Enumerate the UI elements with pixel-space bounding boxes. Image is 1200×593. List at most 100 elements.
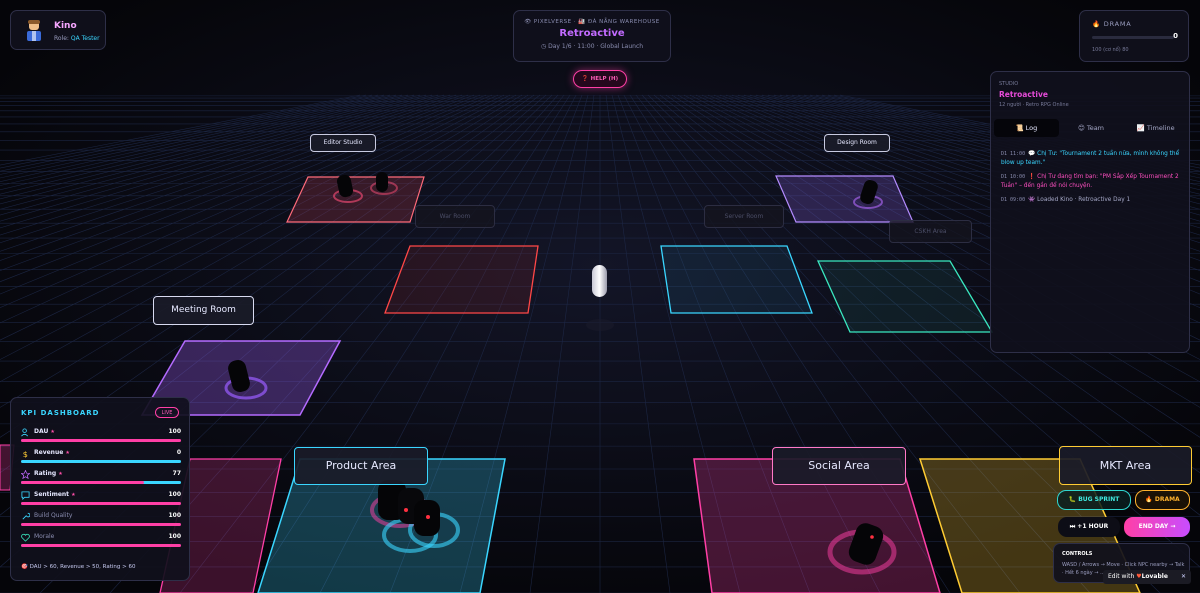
studio-subtitle: 12 người · Retro RPG Online [999,102,1069,108]
day-clock-text: Day 1/6 · 11:00 · Global Launch [548,43,644,50]
kpi-row-dau: DAU ★ 100 [21,428,181,448]
day-clock: ◷ Day 1/6 · 11:00 · Global Launch [514,43,670,50]
log-text: 💬 Chị Tư: "Tournament 2 tuần nữa, mình k… [1001,151,1180,166]
kpi-track [21,523,181,526]
kpi-row-rating: Rating ★ 77 [21,470,181,490]
kpi-row-revenue: $ Revenue ★ 0 [21,449,181,469]
drama-meter: 🔥 DRAMA 0 100 (cơ nổ) 80 [1079,10,1189,62]
kpi-name-text: Sentiment [34,491,70,498]
kpi-star: ★ [65,450,70,456]
studio-panel: STUDIO Retroactive 12 người · Retro RPG … [990,71,1190,353]
users-icon [21,428,29,437]
room-label-war-room[interactable]: War Room [415,205,495,228]
kpi-name: Build Quality [34,512,72,519]
log-entry: D1 09:00 👾 Loaded Kino · Retroactive Day … [1001,196,1183,205]
room-label-mkt-area[interactable]: MKT Area [1059,446,1192,485]
avatar-icon [27,20,41,41]
close-icon[interactable]: ✕ [1181,570,1186,584]
studio-name: Retroactive [999,90,1048,99]
kpi-value: 100 [168,428,181,435]
room-label-social-area[interactable]: Social Area [772,447,906,485]
log-time: D1 09:00 [1001,197,1026,203]
tab-timeline[interactable]: 📈 Timeline [1123,119,1188,137]
tab-team[interactable]: 😊 Team [1059,119,1124,137]
kpi-fill [21,502,181,505]
controls-title: CONTROLS [1062,551,1093,557]
room-label-design-room[interactable]: Design Room [824,134,890,152]
war-room-floor[interactable] [384,245,539,314]
log-entry: D1 11:00 💬 Chị Tư: "Tournament 2 tuần nữa… [1001,150,1183,167]
room-label-product-area[interactable]: Product Area [294,447,428,485]
star-icon [21,470,30,479]
kpi-track [21,481,181,484]
user-role-prefix: Role: [54,35,69,42]
user-card[interactable]: Kino Role: QA Tester [10,10,106,50]
server-room-floor[interactable] [660,245,813,314]
wrench-icon [22,512,30,520]
kpi-track [21,544,181,547]
kpi-fill [21,544,181,547]
kpi-value: 77 [172,470,181,477]
kpi-fill [21,523,181,526]
studio-label: STUDIO [999,81,1019,87]
kpi-fill [21,439,181,442]
user-role-value: QA Tester [70,35,100,42]
room-label-meeting-room[interactable]: Meeting Room [153,296,254,325]
room-label-server-room[interactable]: Server Room [704,205,784,228]
drama-caption: 100 (cơ nổ) 80 [1092,47,1129,53]
kpi-dashboard: KPI DASHBOARD LIVE DAU ★ 100 $ Revenue ★… [10,397,190,581]
log-time: D1 10:00 [1001,174,1026,180]
bug-sprint-button[interactable]: 🐛 BUG SPRINT [1057,490,1131,510]
kpi-star: ★ [50,429,55,435]
kpi-name-text: Morale [34,533,55,540]
kpi-name-text: Build Quality [34,512,73,519]
room-label-editor-studio[interactable]: Editor Studio [310,134,376,152]
kpi-name: Rating ★ [34,470,63,477]
kpi-fill [21,460,181,463]
kpi-name: Sentiment ★ [34,491,76,498]
kpi-track [21,460,181,463]
drama-label: 🔥 DRAMA [1092,20,1132,28]
kpi-name-text: DAU [34,428,49,435]
kpi-star: ★ [58,471,63,477]
chat-icon [21,491,30,500]
event-log: D1 11:00 💬 Chị Tư: "Tournament 2 tuần nữa… [1001,150,1183,211]
design-room-floor[interactable] [775,175,914,223]
kpi-name-text: Revenue [34,449,64,456]
kpi-goal: 🎯 DAU > 60, Revenue > 50, Rating > 60 [21,564,136,570]
log-time: D1 11:00 [1001,151,1026,157]
kpi-track [21,502,181,505]
lovable-badge[interactable]: Edit with ♥Lovable ✕ [1103,570,1191,584]
kpi-track [21,439,181,442]
kpi-name-text: Rating [34,470,57,477]
plus-one-hour-button[interactable]: ⏭ +1 HOUR [1058,517,1120,537]
user-role: Role: QA Tester [54,35,100,42]
user-name: Kino [54,21,77,31]
kpi-row-morale: Morale 100 [21,533,181,553]
kpi-value: 100 [168,491,181,498]
dollar-icon: $ [23,449,28,458]
log-text: 👾 Loaded Kino · Retroactive Day 1 [1028,197,1131,203]
drama-button[interactable]: 🔥 DRAMA [1135,490,1190,510]
drama-value: 0 [1173,32,1178,40]
end-day-button[interactable]: END DAY → [1124,517,1190,537]
room-label-cskh-area[interactable]: CSKH Area [889,220,972,243]
kpi-name: DAU ★ [34,428,55,435]
kpi-value: 0 [176,449,181,456]
drama-bar [1092,36,1174,39]
kpi-name: Morale [34,533,54,540]
editor-studio-floor[interactable] [286,172,425,223]
lovable-brand: Lovable [1141,573,1168,580]
studio-header: 👁 PIXELVERSE · 🏭 ĐÀ NẴNG WAREHOUSE Retro… [513,10,671,62]
kpi-fill [21,481,145,484]
tab-log[interactable]: 📜 Log [994,119,1059,137]
help-button[interactable]: ❓ HELP (H) [573,70,627,88]
log-entry: D1 10:00 ❗ Chị Tư đang tìm bạn: "PM Sắp X… [1001,173,1183,190]
kpi-row-build-quality: Build Quality 100 [21,512,181,532]
log-text: ❗ Chị Tư đang tìm bạn: "PM Sắp Xếp Tourn… [1001,174,1179,189]
game-title: Retroactive [559,28,625,39]
lovable-prefix: Edit with [1108,573,1135,580]
kpi-name: Revenue ★ [34,449,70,456]
clock-icon: ◷ [540,43,547,50]
svg-text:$: $ [23,449,28,458]
